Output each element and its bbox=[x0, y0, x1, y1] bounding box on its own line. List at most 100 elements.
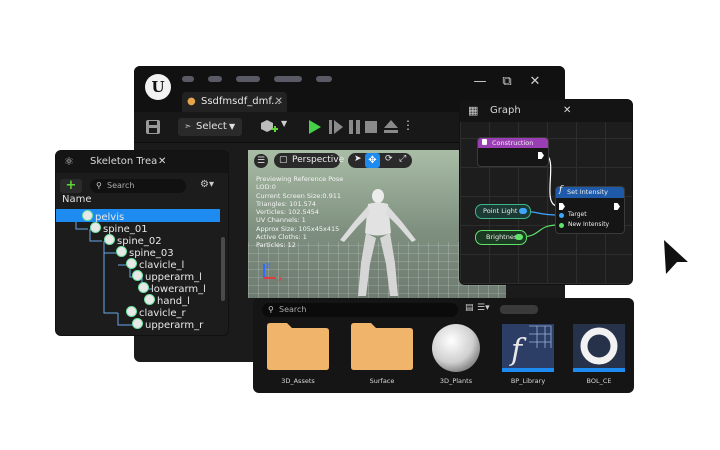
bone-row-upperarm-r[interactable]: upperarm_r bbox=[132, 318, 204, 331]
folder-icon bbox=[351, 323, 413, 370]
add-actor-icon[interactable] bbox=[260, 119, 280, 135]
mouse-cursor-icon bbox=[664, 240, 688, 274]
menu-item-5[interactable] bbox=[316, 76, 332, 82]
asset-label: Surface bbox=[369, 377, 395, 385]
menu-item-4[interactable] bbox=[274, 76, 302, 82]
event-icon bbox=[482, 139, 487, 145]
save-icon[interactable] bbox=[145, 119, 161, 135]
construction-node-title: Construction bbox=[492, 139, 534, 147]
set-intensity-node[interactable]: f Set Intensity Target New Intensity bbox=[555, 185, 625, 234]
menu-item-1[interactable] bbox=[182, 76, 194, 82]
bone-icon bbox=[126, 306, 137, 317]
hamburger-menu-icon[interactable]: ☰ bbox=[254, 154, 268, 168]
scale-tool-icon[interactable]: ⤢ bbox=[399, 154, 406, 164]
x-axis-label: x bbox=[278, 274, 283, 283]
mannequin-model[interactable] bbox=[328, 188, 428, 298]
restore-button[interactable]: ⧉ bbox=[497, 72, 517, 92]
asset-bp-library[interactable]: f BP_Library bbox=[495, 320, 561, 385]
pause-icon[interactable] bbox=[348, 120, 362, 134]
asset-surface[interactable]: Surface bbox=[349, 320, 415, 385]
content-search-input[interactable]: ⚲ Search bbox=[262, 303, 458, 317]
close-window-button[interactable]: ✕ bbox=[525, 72, 545, 92]
bone-icon bbox=[90, 222, 101, 233]
close-tab-icon[interactable]: ✕ bbox=[275, 92, 283, 112]
bone-row-spine-02[interactable]: spine_02 bbox=[104, 234, 162, 247]
construction-node[interactable]: Construction bbox=[477, 137, 549, 167]
more-options-icon[interactable]: ⋮ bbox=[402, 118, 414, 132]
chevron-down-icon: ▼ bbox=[229, 122, 236, 131]
sphere-icon bbox=[432, 324, 480, 372]
cube-icon: ▢ bbox=[279, 155, 288, 165]
perspective-dropdown[interactable]: ▢ Perspective bbox=[274, 153, 344, 168]
play-icon[interactable] bbox=[308, 120, 322, 134]
stop-icon[interactable] bbox=[365, 121, 377, 133]
point-light-output-pin[interactable] bbox=[519, 208, 527, 214]
asset-bol-ce[interactable]: BOL_CE bbox=[566, 320, 632, 385]
point-light-label: Point Light 1 bbox=[483, 207, 524, 215]
point-light-variable[interactable]: Point Light 1 bbox=[475, 204, 531, 219]
bone-row-pelvis[interactable]: pelvis bbox=[82, 210, 124, 223]
exec-pin-in[interactable] bbox=[559, 203, 565, 210]
content-browser: ⚲ Search ▤ ☰▾ 3D_Assets Surface 3D_Plant… bbox=[253, 298, 634, 393]
select-tool-icon[interactable]: ➤ bbox=[354, 154, 362, 164]
new-intensity-pin-label: New Intensity bbox=[568, 221, 610, 228]
tree-scrollbar[interactable] bbox=[221, 237, 225, 301]
rotate-tool-icon[interactable]: ⟳ bbox=[385, 154, 393, 164]
brightness-output-pin[interactable] bbox=[515, 234, 523, 240]
bone-row-clavicle-r[interactable]: clavicle_r bbox=[126, 306, 186, 319]
target-pin[interactable] bbox=[559, 213, 564, 218]
skeleton-icon: ⚛ bbox=[64, 155, 74, 168]
bone-label: upperarm_r bbox=[145, 320, 204, 331]
bone-row-spine-03[interactable]: spine_03 bbox=[116, 246, 174, 259]
add-actor-chevron-icon[interactable]: ▼ bbox=[281, 119, 287, 128]
minimize-button[interactable]: — bbox=[470, 72, 490, 92]
eject-icon[interactable] bbox=[384, 120, 398, 134]
skeleton-search-input[interactable]: ⚲ Search bbox=[90, 179, 186, 193]
menu-item-2[interactable] bbox=[208, 76, 222, 82]
step-icon[interactable] bbox=[329, 120, 343, 134]
menu-item-3[interactable] bbox=[236, 76, 260, 82]
level-tab-title: Ssdfmsdf_dmf... bbox=[201, 96, 281, 107]
view-options-bar[interactable] bbox=[500, 305, 538, 314]
bone-icon bbox=[104, 234, 115, 245]
exec-pin-out[interactable] bbox=[614, 203, 620, 210]
skeleton-tree-header: ⚛ Skeleton Trea ✕ bbox=[56, 151, 228, 173]
selected-row-highlight bbox=[56, 209, 220, 222]
level-tab[interactable]: ● Ssdfmsdf_dmf... ✕ bbox=[182, 92, 287, 112]
asset-3d-plants[interactable]: 3D_Plants bbox=[423, 320, 489, 385]
asset-label: 3D_Assets bbox=[281, 377, 315, 385]
level-icon: ● bbox=[187, 96, 196, 107]
bone-icon bbox=[138, 282, 149, 293]
close-icon[interactable]: ✕ bbox=[158, 151, 166, 173]
transform-tools: ➤ ✥ ⟳ ⤢ bbox=[348, 153, 412, 168]
bone-icon bbox=[116, 246, 127, 257]
bone-row-spine-01[interactable]: spine_01 bbox=[90, 222, 148, 235]
settings-gear-icon[interactable]: ⚙▾ bbox=[200, 179, 214, 190]
bone-icon bbox=[132, 318, 143, 329]
bone-row-upperarm-l[interactable]: upperarm_l bbox=[132, 270, 202, 283]
axis-gizmo: z x bbox=[263, 261, 283, 283]
search-icon: ⚲ bbox=[96, 181, 102, 190]
stat-line: Previewing Reference Pose bbox=[256, 175, 344, 183]
brightness-variable[interactable]: Brightness bbox=[475, 230, 527, 245]
engine-logo: U bbox=[145, 74, 171, 100]
search-placeholder: Search bbox=[107, 181, 135, 190]
add-bone-button[interactable]: + bbox=[60, 179, 82, 193]
select-mode-label: Select bbox=[196, 121, 227, 132]
target-pin-label: Target bbox=[568, 211, 587, 218]
function-icon: f bbox=[559, 185, 563, 195]
exec-pin-out[interactable] bbox=[538, 152, 544, 159]
new-intensity-pin[interactable] bbox=[559, 223, 564, 228]
skeleton-tree-title: Skeleton Trea bbox=[90, 156, 158, 167]
move-tool-icon[interactable]: ✥ bbox=[365, 153, 380, 168]
bone-row-lowerarm-l[interactable]: lowerarm_l bbox=[138, 282, 206, 295]
select-mode-dropdown[interactable]: ➣ Select ▼ bbox=[178, 118, 242, 136]
asset-3d-assets[interactable]: 3D_Assets bbox=[265, 320, 331, 385]
bone-row-hand-l[interactable]: hand_l bbox=[144, 294, 190, 307]
blueprint-function-icon: f bbox=[502, 324, 554, 372]
bone-row-clavicle-l[interactable]: clavicle_l bbox=[126, 258, 184, 271]
skeleton-tree-panel: ⚛ Skeleton Trea ✕ + ⚲ Search ⚙▾ Name pel… bbox=[55, 150, 229, 336]
save-search-icon[interactable]: ▤ bbox=[465, 303, 474, 313]
filter-icon[interactable]: ☰▾ bbox=[477, 303, 490, 313]
select-cursor-icon: ➣ bbox=[184, 122, 192, 132]
